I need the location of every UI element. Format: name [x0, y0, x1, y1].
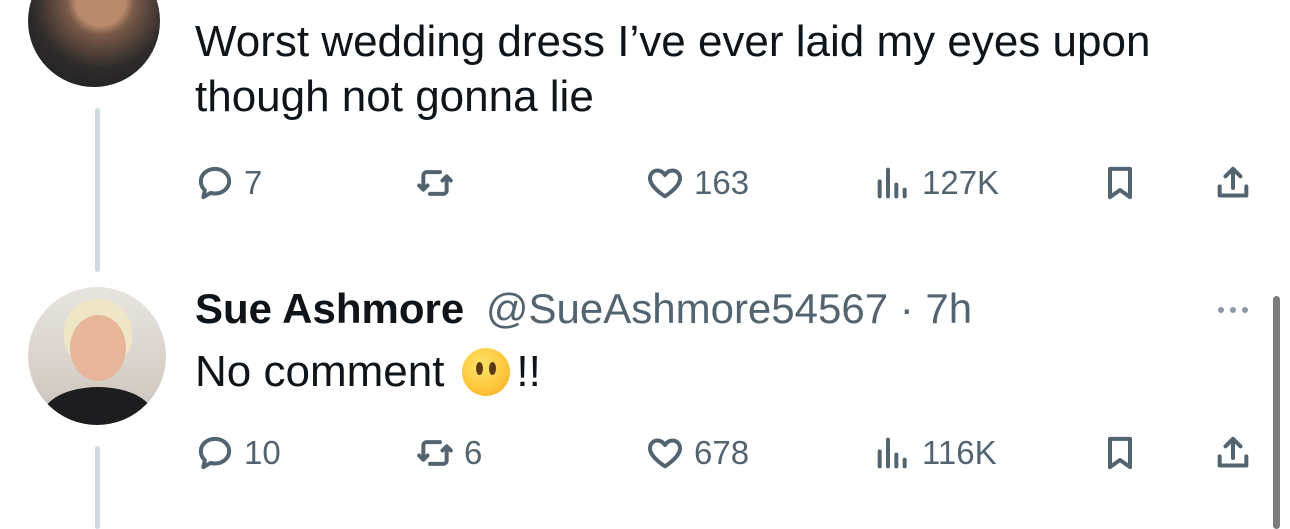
tweet-text-suffix: !!	[516, 347, 541, 396]
heart-icon	[648, 438, 682, 469]
heart-icon	[648, 168, 682, 199]
repost-button[interactable]: 6	[415, 428, 482, 478]
bookmark-icon	[1108, 436, 1132, 470]
share-icon	[1217, 166, 1249, 198]
reply-count: 10	[244, 434, 281, 471]
tweet-text-main: No comment	[195, 347, 445, 396]
like-count: 163	[694, 164, 750, 201]
like-button[interactable]: 163	[645, 158, 749, 208]
share-button[interactable]	[1213, 428, 1253, 478]
repost-icon	[417, 440, 453, 466]
bookmark-button[interactable]	[1100, 428, 1140, 478]
more-icon[interactable]	[1213, 300, 1253, 320]
share-button[interactable]	[1213, 158, 1253, 208]
like-button[interactable]: 678	[645, 428, 749, 478]
views-button[interactable]: 127K	[873, 158, 999, 208]
reply-button[interactable]: 10	[195, 428, 281, 478]
scrollbar[interactable]	[1273, 296, 1280, 529]
tweet-text-line: though not gonna lie	[195, 72, 594, 121]
tweet-text: Worst wedding dress I’ve ever laid my ey…	[195, 14, 1255, 124]
avatar[interactable]	[28, 287, 166, 425]
views-count: 127K	[922, 164, 1000, 201]
repost-count: 6	[464, 434, 483, 471]
repost-button[interactable]	[415, 158, 464, 208]
tweet-text: No comment !!	[195, 344, 541, 399]
thread-line	[95, 446, 100, 529]
views-icon	[877, 167, 907, 199]
share-icon	[1217, 436, 1249, 468]
like-count: 678	[694, 434, 750, 471]
tweet-actions: 7 163 127K	[195, 158, 1255, 208]
tweet-text-line: Worst wedding dress I’ve ever laid my ey…	[195, 17, 1151, 66]
views-icon	[877, 437, 907, 469]
reply-count: 7	[244, 164, 263, 201]
repost-icon	[417, 170, 453, 196]
display-name[interactable]: Sue Ashmore	[195, 285, 464, 332]
bookmark-icon	[1108, 166, 1132, 200]
tweet-actions: 10 6 678 116K	[195, 428, 1255, 478]
tweet-header: Sue Ashmore @SueAshmore54567 · 7h	[195, 283, 972, 335]
avatar[interactable]	[28, 0, 160, 87]
reply-button[interactable]: 7	[195, 158, 262, 208]
thread-line	[95, 108, 100, 272]
views-count: 116K	[922, 434, 997, 471]
bookmark-button[interactable]	[1100, 158, 1140, 208]
handle-and-time[interactable]: @SueAshmore54567 · 7h	[486, 285, 972, 332]
views-button[interactable]: 116K	[873, 428, 997, 478]
reply-icon	[198, 436, 232, 470]
no-mouth-face-emoji	[462, 347, 511, 396]
reply-icon	[198, 166, 232, 200]
